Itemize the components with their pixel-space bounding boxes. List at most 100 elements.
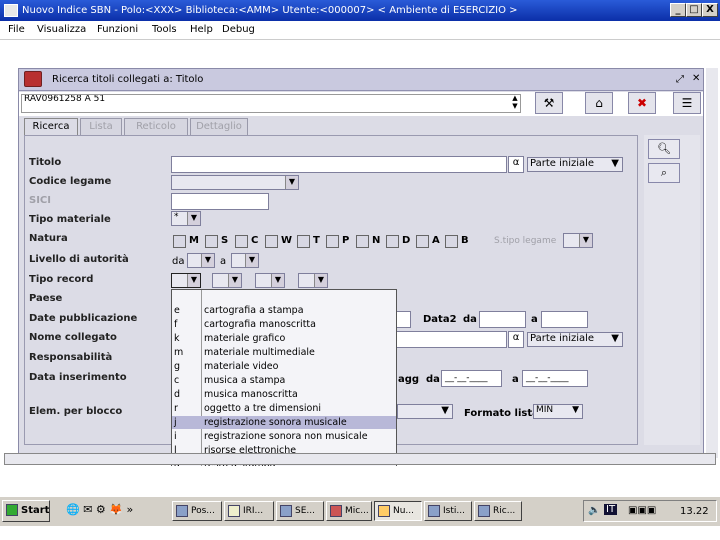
data2-a-input[interactable] xyxy=(541,311,588,328)
option-code: f xyxy=(174,319,178,330)
menu-file[interactable]: File xyxy=(8,24,25,35)
tipo-record-select-1[interactable]: ▼ xyxy=(171,273,201,288)
dropdown-option[interactable]: g materiale video xyxy=(172,360,396,373)
tipo-record-select-4[interactable]: ▼ xyxy=(298,273,328,288)
livello-a-select[interactable]: ▼ xyxy=(231,253,259,268)
task-mic[interactable]: Mic... xyxy=(326,501,372,521)
option-code: r xyxy=(174,403,178,414)
vertical-scrollbar[interactable] xyxy=(706,68,718,458)
tipo-record-select-3[interactable]: ▼ xyxy=(255,273,285,288)
natura-a-checkbox[interactable] xyxy=(416,235,429,248)
natura-p-checkbox[interactable] xyxy=(326,235,339,248)
volume-icon[interactable]: 🔈 xyxy=(588,505,600,516)
window-titlebar: Nuovo Indice SBN - Polo:<XXX> Biblioteca… xyxy=(0,0,720,21)
nome-alpha-button[interactable]: α xyxy=(508,331,524,348)
natura-p-label: P xyxy=(342,235,350,246)
data2-da-label: da xyxy=(463,314,477,325)
label-paese: Paese xyxy=(29,293,63,304)
maximize-button[interactable]: □ xyxy=(686,3,702,17)
tab-lista[interactable]: Lista xyxy=(80,118,122,135)
elem-blocco-select[interactable]: ▼ xyxy=(397,404,453,419)
frame-close-icon[interactable]: ✕ xyxy=(692,73,700,84)
aggiorn-da-input[interactable]: __-__-____ xyxy=(441,370,502,387)
data2-da-input[interactable] xyxy=(479,311,526,328)
print-icon[interactable]: ☰ xyxy=(673,92,701,114)
minimize-button[interactable]: _ xyxy=(670,3,686,17)
natura-t-checkbox[interactable] xyxy=(297,235,310,248)
option-label: oggetto a tre dimensioni xyxy=(204,403,321,414)
data2-a-label: a xyxy=(531,314,538,325)
nome-parte-iniziale-select[interactable]: Parte iniziale ▼ xyxy=(527,332,623,347)
dropdown-option[interactable]: f cartografia manoscritta xyxy=(172,318,396,331)
clock: 13.22 xyxy=(680,506,709,517)
task-se[interactable]: SE... xyxy=(276,501,324,521)
tab-dettaglio[interactable]: Dettaglio xyxy=(190,118,248,135)
menu-debug[interactable]: Debug xyxy=(222,24,255,35)
tools-icon[interactable]: ⚒ xyxy=(535,92,563,114)
tipo-materiale-select[interactable]: * ▼ xyxy=(171,211,201,226)
dropdown-option[interactable]: j registrazione sonora musicale xyxy=(172,416,396,430)
natura-c-checkbox[interactable] xyxy=(235,235,248,248)
natura-b-checkbox[interactable] xyxy=(445,235,458,248)
label-tipo-materiale: Tipo materiale xyxy=(29,214,111,225)
tipo-record-select-2[interactable]: ▼ xyxy=(212,273,242,288)
search-icon[interactable]: 🔍︎ xyxy=(648,139,680,159)
quicklaunch-icons[interactable]: 🌐 ✉ ⚙ 🦊 » xyxy=(66,503,133,516)
natura-m-checkbox[interactable] xyxy=(173,235,186,248)
natura-s-checkbox[interactable] xyxy=(205,235,218,248)
task-iri[interactable]: IRI... xyxy=(224,501,274,521)
natura-w-checkbox[interactable] xyxy=(265,235,278,248)
menu-funzioni[interactable]: Funzioni xyxy=(97,24,138,35)
tab-reticolo[interactable]: Reticolo xyxy=(124,118,188,135)
navigation-spinner[interactable]: ▲ ▼ xyxy=(509,94,521,113)
dropdown-option[interactable]: e cartografia a stampa xyxy=(172,304,396,317)
language-indicator[interactable]: IT xyxy=(604,504,618,515)
option-label: cartografia manoscritta xyxy=(204,319,316,330)
dropdown-option[interactable]: m materiale multimediale xyxy=(172,346,396,359)
navigation-field[interactable]: RAV0961258 A 51 xyxy=(21,94,521,113)
date-pub-from-input[interactable] xyxy=(395,311,411,328)
sici-input[interactable] xyxy=(171,193,269,210)
alpha-button[interactable]: α xyxy=(508,156,524,173)
horizontal-scrollbar[interactable] xyxy=(4,453,716,465)
search-list-icon[interactable]: ⌕ xyxy=(648,163,680,183)
natura-n-label: N xyxy=(372,235,381,246)
start-button[interactable]: Start xyxy=(2,500,50,522)
task-isti[interactable]: Isti... xyxy=(424,501,472,521)
option-code: i xyxy=(174,431,177,442)
dropdown-option[interactable]: c musica a stampa xyxy=(172,374,396,387)
close-button[interactable]: X xyxy=(702,3,718,17)
menu-visualizza[interactable]: Visualizza xyxy=(37,24,86,35)
tray-icons[interactable]: ▣▣▣ xyxy=(628,505,656,516)
natura-s-label: S xyxy=(221,235,229,246)
dropdown-option[interactable] xyxy=(172,290,396,303)
option-label: materiale video xyxy=(204,361,279,372)
parte-iniziale-select[interactable]: Parte iniziale ▼ xyxy=(527,157,623,172)
dropdown-option[interactable]: i registrazione sonora non musicale xyxy=(172,430,396,443)
task-ric[interactable]: Ric... xyxy=(474,501,522,521)
natura-n-checkbox[interactable] xyxy=(356,235,369,248)
cancel-icon[interactable]: ✖ xyxy=(628,92,656,114)
dropdown-option[interactable]: k materiale grafico xyxy=(172,332,396,345)
menu-help[interactable]: Help xyxy=(190,24,213,35)
natura-d-checkbox[interactable] xyxy=(386,235,399,248)
tab-ricerca[interactable]: Ricerca xyxy=(24,118,78,135)
task-pos[interactable]: Pos... xyxy=(172,501,222,521)
livello-da-label: da xyxy=(172,256,185,267)
codice-legame-select[interactable]: ▼ xyxy=(171,175,299,190)
livello-da-select[interactable]: ▼ xyxy=(187,253,215,268)
option-label: materiale grafico xyxy=(204,333,286,344)
home-icon[interactable]: ⌂ xyxy=(585,92,613,114)
nome-collegato-input[interactable] xyxy=(395,331,507,348)
stipo-legame-select[interactable]: ▼ xyxy=(563,233,593,248)
task-nu-active[interactable]: Nu... xyxy=(374,501,422,521)
dropdown-option[interactable]: r oggetto a tre dimensioni xyxy=(172,402,396,415)
resize-icon[interactable]: ⤢ xyxy=(676,74,684,85)
formato-lista-select[interactable]: MIN ▼ xyxy=(533,404,583,419)
menu-tools[interactable]: Tools xyxy=(152,24,177,35)
dropdown-option[interactable]: d musica manoscritta xyxy=(172,388,396,401)
titolo-input[interactable] xyxy=(171,156,507,173)
aggiorn-a-input[interactable]: __-__-____ xyxy=(522,370,588,387)
option-code: d xyxy=(174,389,181,400)
option-code: k xyxy=(174,333,180,344)
